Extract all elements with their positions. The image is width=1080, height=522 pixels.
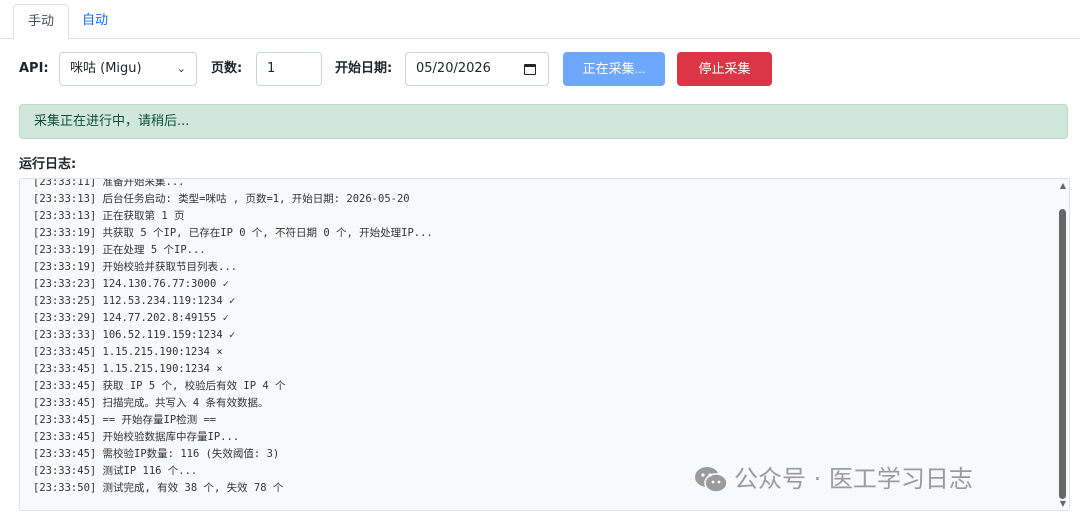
log-line: [23:33:33] 106.52.119.159:1234 ✓ <box>33 329 236 341</box>
log-line: [23:33:45] 1.15.215.190:1234 × <box>33 346 223 358</box>
log-line: [23:33:45] 获取 IP 5 个, 校验后有效 IP 4 个 <box>33 380 286 392</box>
log-line: [23:33:11] 准备开始采集... <box>33 178 185 188</box>
collect-toolbar: API: 咪咕 (Migu) ⌄ 页数: 1 开始日期: 05/20/2026 … <box>0 52 1080 86</box>
log-line: [23:33:45] 需校验IP数量: 116 (失效阈值: 3) <box>33 448 280 460</box>
log-scrollbar[interactable]: ▲ ▼ <box>1055 179 1069 510</box>
log-line: [23:33:29] 124.77.202.8:49155 ✓ <box>33 312 229 324</box>
wechat-icon <box>695 467 728 493</box>
log-line: [23:33:13] 后台任务启动: 类型=咪咕 , 页数=1, 开始日期: 2… <box>33 193 410 205</box>
log-lines: [23:33:11] 准备开始采集... [23:33:13] 后台任务启动: 类… <box>33 178 1033 497</box>
collecting-button[interactable]: 正在采集... <box>563 52 665 86</box>
start-date-value: 05/20/2026 <box>416 61 491 76</box>
pages-input-value: 1 <box>267 61 276 76</box>
stop-collect-button[interactable]: 停止采集 <box>677 52 772 86</box>
watermark-text: 公众号 · 医工学习日志 <box>734 465 973 493</box>
chevron-down-icon: ⌄ <box>176 62 186 75</box>
pages-label: 页数: <box>211 61 243 76</box>
pages-input[interactable]: 1 <box>256 52 322 86</box>
log-line: [23:33:45] 扫描完成。共写入 4 条有效数据。 <box>33 397 269 409</box>
tab-bar: 手动 自动 <box>0 0 1080 40</box>
tab-manual[interactable]: 手动 <box>13 4 70 40</box>
log-line: [23:33:45] 1.15.215.190:1234 × <box>33 363 223 375</box>
watermark: 公众号 · 医工学习日志 <box>694 462 973 496</box>
log-line: [23:33:23] 124.130.76.77:3000 ✓ <box>33 278 229 290</box>
log-line: [23:33:19] 开始校验并获取节目列表... <box>33 261 238 273</box>
api-select-value: 咪咕 (Migu) <box>70 61 142 76</box>
scrollbar-thumb[interactable] <box>1059 209 1066 499</box>
log-line: [23:33:19] 正在处理 5 个IP... <box>33 244 206 256</box>
api-label: API: <box>19 61 49 76</box>
scroll-up-arrow-icon[interactable]: ▲ <box>1060 181 1066 190</box>
tab-auto[interactable]: 自动 <box>68 4 122 40</box>
scroll-down-arrow-icon[interactable]: ▼ <box>1060 499 1066 508</box>
calendar-icon[interactable] <box>524 64 536 75</box>
status-alert-message: 采集正在进行中，请稍后... <box>34 114 190 129</box>
log-line: [23:33:13] 正在获取第 1 页 <box>33 210 185 222</box>
log-line: [23:33:45] 开始校验数据库中存量IP... <box>33 431 240 443</box>
log-line: [23:33:19] 共获取 5 个IP, 已存在IP 0 个, 不符日期 0 … <box>33 227 433 239</box>
log-line: [23:33:45] == 开始存量IP检测 == <box>33 414 217 426</box>
status-alert: 采集正在进行中，请稍后... <box>19 104 1068 139</box>
start-date-input[interactable]: 05/20/2026 <box>405 52 549 86</box>
log-title: 运行日志: <box>19 157 77 172</box>
log-line: [23:33:25] 112.53.234.119:1234 ✓ <box>33 295 236 307</box>
api-select[interactable]: 咪咕 (Migu) ⌄ <box>59 52 197 86</box>
start-date-label: 开始日期: <box>335 61 393 76</box>
